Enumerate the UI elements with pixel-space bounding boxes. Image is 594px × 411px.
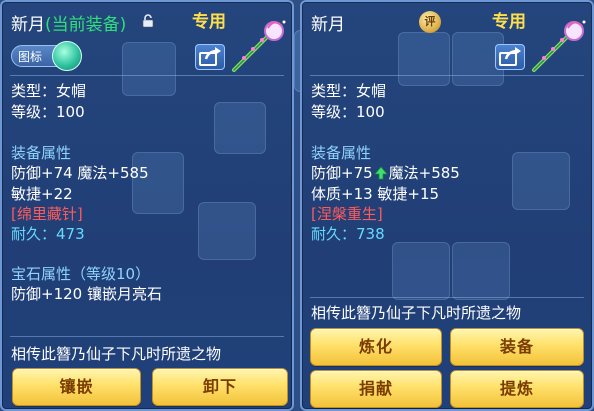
- durability-line: 耐久：473: [11, 224, 85, 244]
- share-icon[interactable]: [195, 44, 225, 70]
- attr-line-2: 敏捷+22: [11, 185, 73, 203]
- hairpin-icon: [232, 20, 286, 72]
- type-line: 类型：女帽: [311, 82, 387, 100]
- level-line: 等级：100: [11, 103, 85, 121]
- extract-button[interactable]: 提炼: [450, 370, 584, 408]
- exclusive-tag: 专用: [492, 12, 526, 32]
- background-slot: [198, 202, 256, 260]
- equipment-tooltip-current: 新月(当前装备) 专用 图标 类型：女帽 等级：100 装备属性 防御+74 魔…: [0, 0, 294, 411]
- item-description: 相传此簪乃仙子下凡时所遗之物: [11, 345, 222, 363]
- hairpin-icon: [532, 20, 586, 72]
- unequip-button[interactable]: 卸下: [152, 368, 288, 406]
- share-icon[interactable]: [495, 44, 525, 70]
- gem-attr-header: 宝石属性（等级10）: [11, 265, 151, 283]
- attr-line-1: 防御+75 魔法+585: [311, 163, 460, 183]
- background-slot: [452, 242, 510, 300]
- appraise-icon[interactable]: 评: [419, 11, 441, 33]
- background-slot: [214, 102, 266, 154]
- arrow-up-icon: [373, 166, 388, 180]
- divider: [310, 297, 584, 298]
- donate-button[interactable]: 捐献: [310, 370, 442, 408]
- icon-toggle-switch[interactable]: [52, 41, 82, 71]
- special-effect-name: [涅槃重生]: [311, 205, 383, 223]
- attr-line-1: 防御+74 魔法+585: [11, 164, 149, 182]
- equip-button[interactable]: 装备: [450, 328, 584, 366]
- special-effect-name: [绵里藏针]: [11, 205, 83, 223]
- refine-button[interactable]: 炼化: [310, 328, 442, 366]
- gem-line: 防御+120 镶嵌月亮石: [11, 285, 162, 303]
- defense-stat: 防御+75: [311, 164, 373, 182]
- divider: [10, 336, 284, 337]
- lock-icon[interactable]: [142, 14, 154, 28]
- divider: [310, 75, 584, 76]
- exclusive-tag: 专用: [192, 12, 226, 32]
- item-description: 相传此簪乃仙子下凡时所遗之物: [311, 304, 522, 322]
- divider: [10, 75, 284, 76]
- durability-value: 473: [56, 225, 85, 243]
- background-slot: [392, 242, 450, 300]
- background-slot: [398, 32, 450, 86]
- durability-label: 耐久：: [11, 225, 57, 243]
- magic-stat: 魔法+585: [388, 164, 460, 182]
- background-slot: [132, 152, 184, 214]
- item-title: 新月: [311, 15, 345, 35]
- item-title: 新月(当前装备): [11, 15, 127, 35]
- attr-line-2: 体质+13 敏捷+15: [311, 185, 440, 203]
- equip-attr-header: 装备属性: [11, 144, 72, 162]
- equip-attr-header: 装备属性: [311, 144, 372, 162]
- durability-value: 738: [356, 225, 385, 243]
- background-slot: [122, 42, 176, 96]
- durability-label: 耐久：: [311, 225, 357, 243]
- background-slot: [512, 152, 570, 210]
- inlay-button[interactable]: 镶嵌: [12, 368, 141, 406]
- level-line: 等级：100: [311, 103, 385, 121]
- type-line: 类型：女帽: [11, 82, 87, 100]
- durability-line: 耐久：738: [311, 224, 385, 244]
- equipment-tooltip-compare: 新月 评 专用 类型：女帽 等级：100 装备属性 防御+75 魔法+585 体质…: [300, 0, 594, 411]
